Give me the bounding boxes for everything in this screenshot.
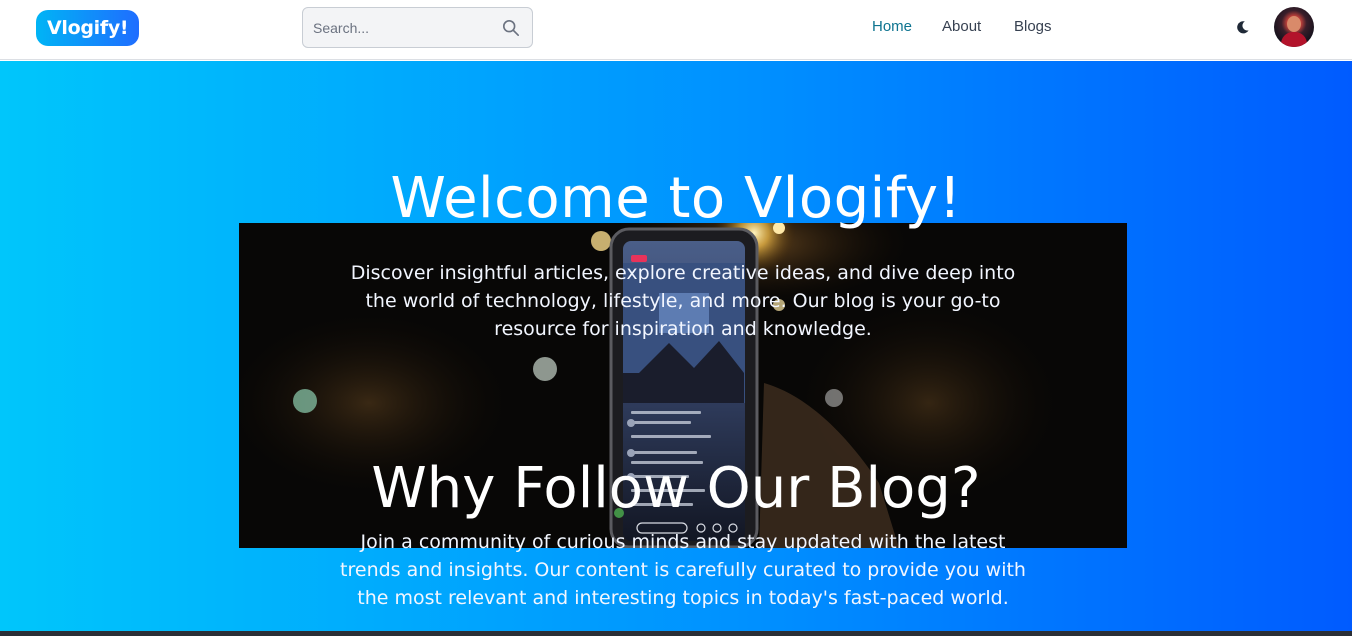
hero-subtitle: Why Follow Our Blog? [371, 456, 981, 521]
logo[interactable]: Vlogify! [36, 10, 140, 46]
moon-icon[interactable] [1235, 20, 1250, 35]
user-avatar[interactable] [1274, 7, 1314, 47]
search-input[interactable] [303, 8, 493, 47]
nav-about[interactable]: About [942, 18, 981, 36]
avatar-face [1287, 16, 1301, 32]
hero-intro: Discover insightful articles, explore cr… [350, 262, 1016, 340]
hero-title: Welcome to Vlogify! [390, 166, 962, 231]
hero-text: Welcome to Vlogify! Discover insightful … [0, 61, 1352, 636]
avatar-shirt [1281, 32, 1307, 47]
bottom-edge [0, 631, 1352, 636]
nav-home[interactable]: Home [872, 18, 912, 36]
nav-blogs[interactable]: Blogs [1014, 18, 1052, 36]
search-icon[interactable] [502, 19, 520, 37]
navbar: Vlogify! Home About Blogs [0, 0, 1352, 60]
hero-body: Join a community of curious minds and st… [340, 531, 1026, 609]
search-box[interactable] [302, 7, 533, 48]
hero-section: Welcome to Vlogify! Discover insightful … [0, 61, 1352, 636]
